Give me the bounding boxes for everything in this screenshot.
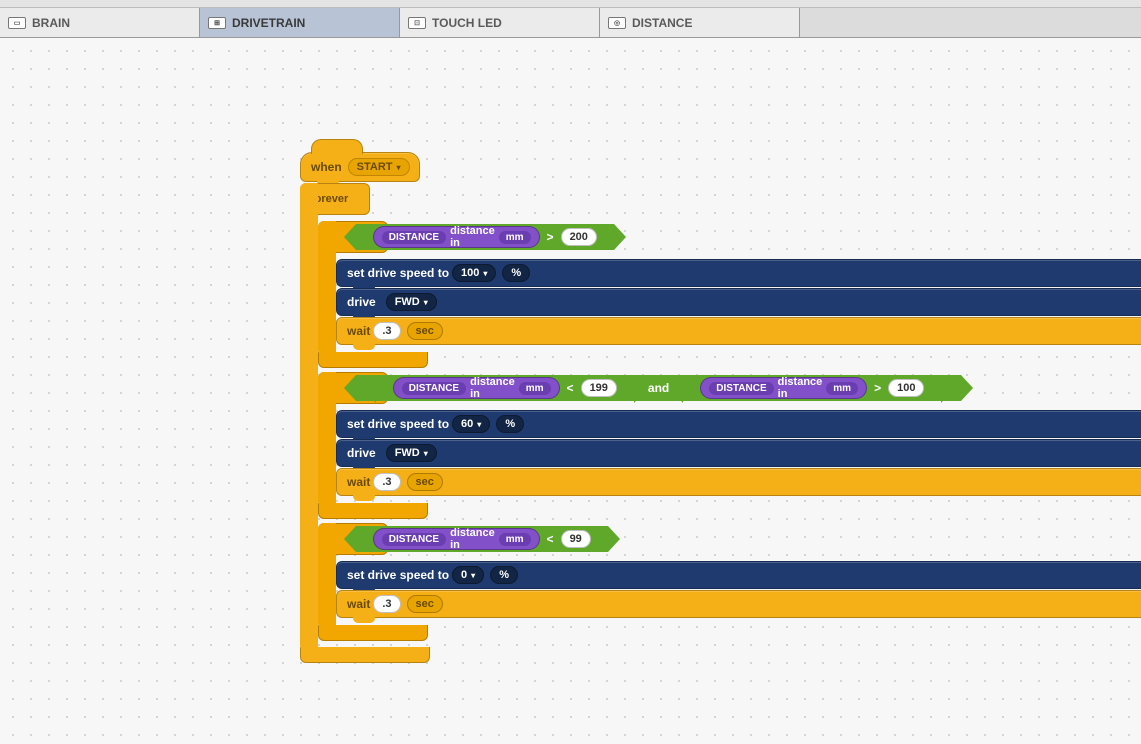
percent-unit: %: [496, 415, 524, 433]
forever-block[interactable]: forever if DISTANCE distance in mm: [300, 183, 1141, 663]
set-speed-block-3[interactable]: set drive speed to 0▾ %: [336, 561, 1141, 589]
wait-value-1[interactable]: .3: [373, 322, 400, 340]
sec-unit: sec: [407, 473, 443, 491]
tab-drivetrain[interactable]: ⊞ DRIVETRAIN: [200, 8, 400, 37]
if1-value[interactable]: 200: [561, 228, 597, 246]
if2-val2[interactable]: 100: [888, 379, 924, 397]
speed-dropdown-3[interactable]: 0▾: [452, 566, 484, 584]
if-block-2[interactable]: if DISTANCE distance in mm < 199: [318, 372, 1141, 519]
sec-unit: sec: [407, 322, 443, 340]
if2-right-cond[interactable]: DISTANCE distance in mm > 100: [683, 377, 941, 399]
brain-icon: ▭: [8, 17, 26, 29]
drive-block-1[interactable]: drive FWD▾: [336, 288, 1141, 316]
sec-unit: sec: [407, 595, 443, 613]
distance-reporter[interactable]: DISTANCE distance in mm: [393, 377, 560, 399]
speed-dropdown-2[interactable]: 60▾: [452, 415, 490, 433]
wait-value-3[interactable]: .3: [373, 595, 400, 613]
percent-unit: %: [502, 264, 530, 282]
tab-label: TOUCH LED: [432, 16, 502, 30]
window-topbar: [0, 0, 1141, 8]
caret-icon: ▾: [397, 163, 401, 172]
drive-dir-dropdown-2[interactable]: FWD▾: [386, 444, 437, 462]
if1-condition[interactable]: DISTANCE distance in mm > 200: [356, 224, 614, 250]
tab-label: DISTANCE: [632, 16, 692, 30]
touch-led-icon: ⊡: [408, 17, 426, 29]
set-speed-block-2[interactable]: set drive speed to 60▾ %: [336, 410, 1141, 438]
speed-dropdown-1[interactable]: 100▾: [452, 264, 496, 282]
script-stack[interactable]: when START▾ forever if DISTAN: [300, 152, 1141, 663]
percent-unit: %: [490, 566, 518, 584]
tab-brain[interactable]: ▭ BRAIN: [0, 8, 200, 37]
tab-distance[interactable]: ◎ DISTANCE: [600, 8, 800, 37]
wait-block-2[interactable]: wait .3 sec: [336, 468, 1141, 496]
caret-icon: ▾: [424, 298, 428, 307]
and-op: and: [648, 381, 669, 395]
hat-event-dropdown[interactable]: START▾: [348, 158, 410, 176]
wait-value-2[interactable]: .3: [373, 473, 400, 491]
caret-icon: ▾: [424, 449, 428, 458]
if3-value[interactable]: 99: [561, 530, 591, 548]
wait-block-3[interactable]: wait .3 sec: [336, 590, 1141, 618]
caret-icon: ▾: [483, 269, 487, 278]
distance-reporter[interactable]: DISTANCE distance in mm: [373, 226, 540, 248]
set-speed-block-1[interactable]: set drive speed to 100▾ %: [336, 259, 1141, 287]
distance-reporter[interactable]: DISTANCE distance in mm: [373, 528, 540, 550]
tab-label: DRIVETRAIN: [232, 16, 305, 30]
distance-icon: ◎: [608, 17, 626, 29]
tab-label: BRAIN: [32, 16, 70, 30]
if-block-1[interactable]: if DISTANCE distance in mm > 200: [318, 221, 1141, 368]
if3-condition[interactable]: DISTANCE distance in mm < 99: [356, 526, 608, 552]
block-canvas[interactable]: when START▾ forever if DISTAN: [0, 38, 1141, 744]
if2-left-cond[interactable]: DISTANCE distance in mm < 199: [376, 377, 634, 399]
if-block-3[interactable]: if DISTANCE distance in mm < 99: [318, 523, 1141, 641]
drive-block-2[interactable]: drive FWD▾: [336, 439, 1141, 467]
hat-label: when: [311, 160, 342, 174]
caret-icon: ▾: [477, 420, 481, 429]
hat-when-start[interactable]: when START▾: [300, 152, 420, 182]
caret-icon: ▾: [471, 571, 475, 580]
tab-touch-led[interactable]: ⊡ TOUCH LED: [400, 8, 600, 37]
if2-and-condition[interactable]: DISTANCE distance in mm < 199 and DI: [356, 375, 962, 401]
wait-block-1[interactable]: wait .3 sec: [336, 317, 1141, 345]
device-tabs: ▭ BRAIN ⊞ DRIVETRAIN ⊡ TOUCH LED ◎ DISTA…: [0, 8, 1141, 38]
distance-reporter[interactable]: DISTANCE distance in mm: [700, 377, 867, 399]
drive-dir-dropdown-1[interactable]: FWD▾: [386, 293, 437, 311]
if2-val1[interactable]: 199: [581, 379, 617, 397]
drivetrain-icon: ⊞: [208, 17, 226, 29]
